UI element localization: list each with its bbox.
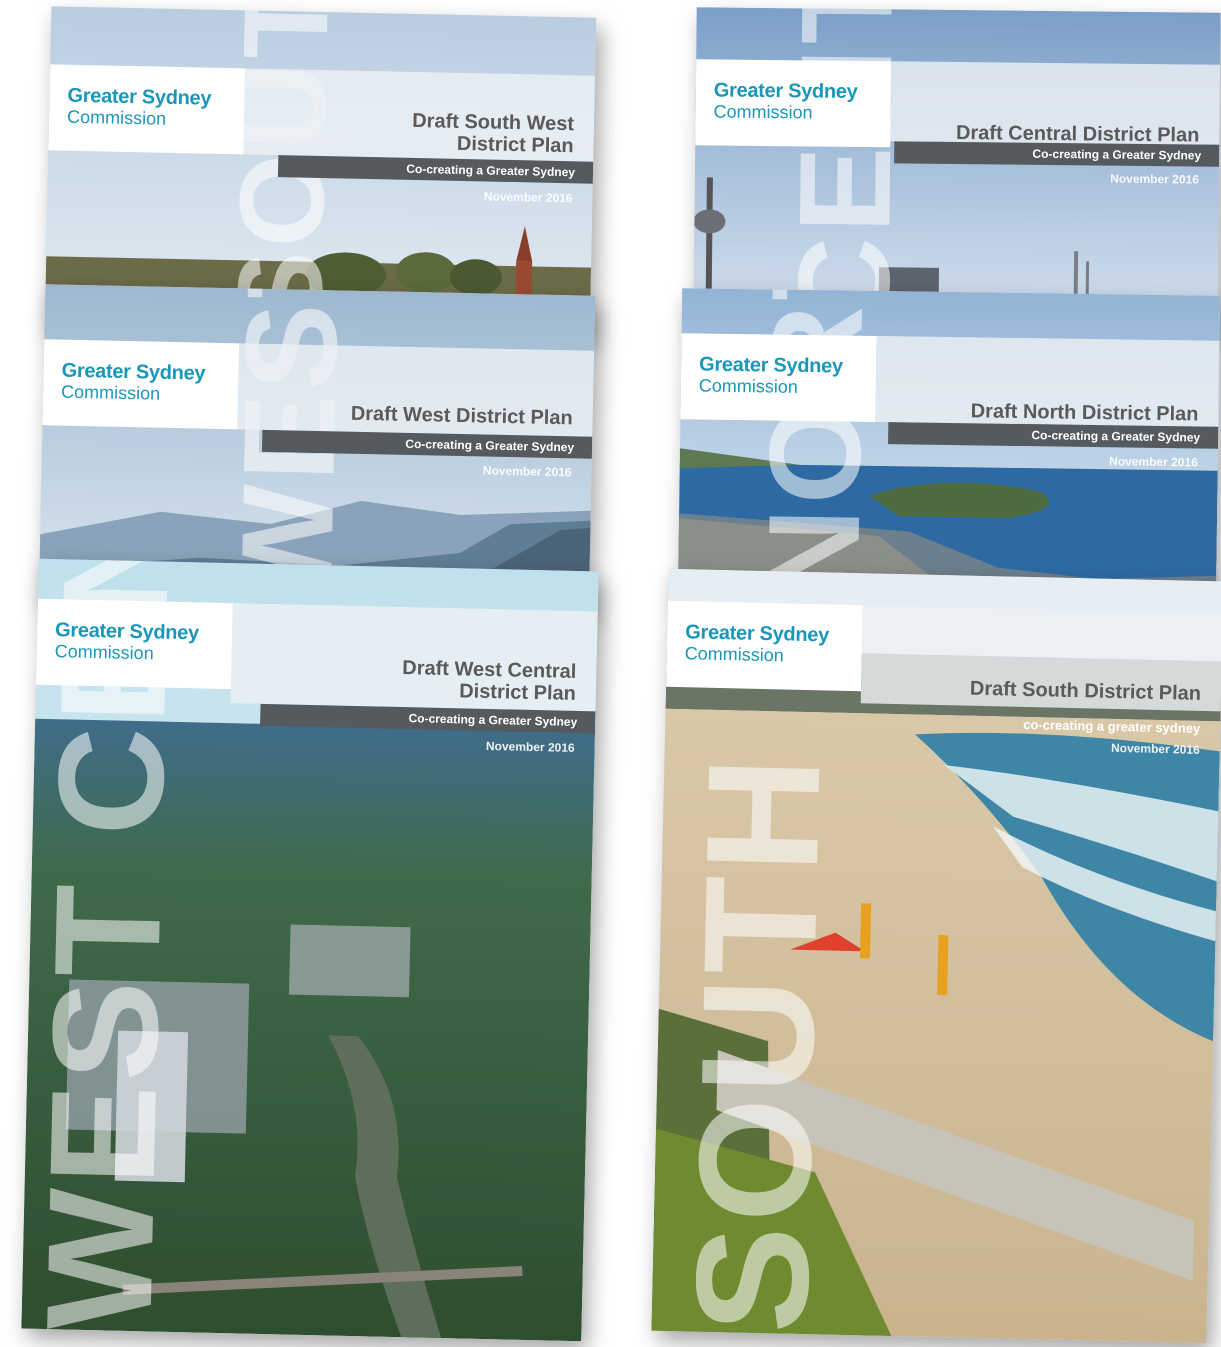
cover-south: SOUTH Greater Sydney Commission Draft So… [651, 568, 1221, 1344]
tagline-text: Co-creating a Greater Sydney [1031, 428, 1201, 445]
cover-central: CENTRAL Greater Sydney Commission Draft … [693, 7, 1221, 335]
tagline-bar: Co-creating a Greater Sydney [888, 422, 1219, 449]
publication-date: November 2016 [1110, 740, 1200, 757]
tagline-bar: Co-creating a Greater Sydney [894, 141, 1220, 167]
tagline-text: Co-creating a Greater Sydney [408, 711, 578, 730]
logo-text-primary: Greater Sydney [698, 353, 843, 378]
tagline-text: Co-creating a Greater Sydney [405, 436, 575, 455]
plan-title: Draft North District Plan [970, 400, 1199, 426]
publication-date: November 2016 [1109, 454, 1198, 470]
logo-text-secondary: Commission [60, 381, 161, 404]
logo-box: Greater Sydney Commission [42, 339, 240, 430]
logo-box: Greater Sydney Commission [680, 333, 877, 422]
logo-text-secondary: Commission [684, 643, 785, 666]
cover-watermark: CENTRAL [770, 7, 923, 331]
publication-date: November 2016 [482, 463, 572, 480]
logo-text-secondary: Commission [698, 375, 799, 397]
plan-title: Draft West Central District Plan [402, 657, 577, 705]
logo-box: Greater Sydney Commission [666, 600, 863, 692]
logo-box: Greater Sydney Commission [695, 59, 892, 148]
tagline-text: Co-creating a Greater Sydney [1032, 146, 1202, 163]
logo-text-secondary: Commission [713, 101, 813, 123]
cover-west-central: WEST CENTRAL Greater Sydney Commission D… [21, 558, 599, 1342]
publication-date: November 2016 [1110, 171, 1199, 187]
cover-watermark: SOUTH [661, 750, 854, 1335]
plan-title: Draft South West District Plan [412, 109, 575, 158]
district-plan-covers-collage: SOUTH WEST Greater Sydney Commission Dra… [0, 0, 1221, 1347]
logo-text-primary: Greater Sydney [713, 79, 858, 103]
logo-box: Greater Sydney Commission [35, 598, 233, 690]
cover-north: NORTH Greater Sydney Commission Draft No… [677, 288, 1221, 608]
publication-date: November 2016 [485, 738, 575, 755]
publication-date: November 2016 [483, 189, 573, 206]
logo-box: Greater Sydney Commission [48, 64, 246, 155]
tagline-text: Co-creating a Greater Sydney [406, 161, 576, 180]
logo-text-secondary: Commission [66, 106, 167, 129]
logo-text-secondary: Commission [54, 641, 154, 664]
